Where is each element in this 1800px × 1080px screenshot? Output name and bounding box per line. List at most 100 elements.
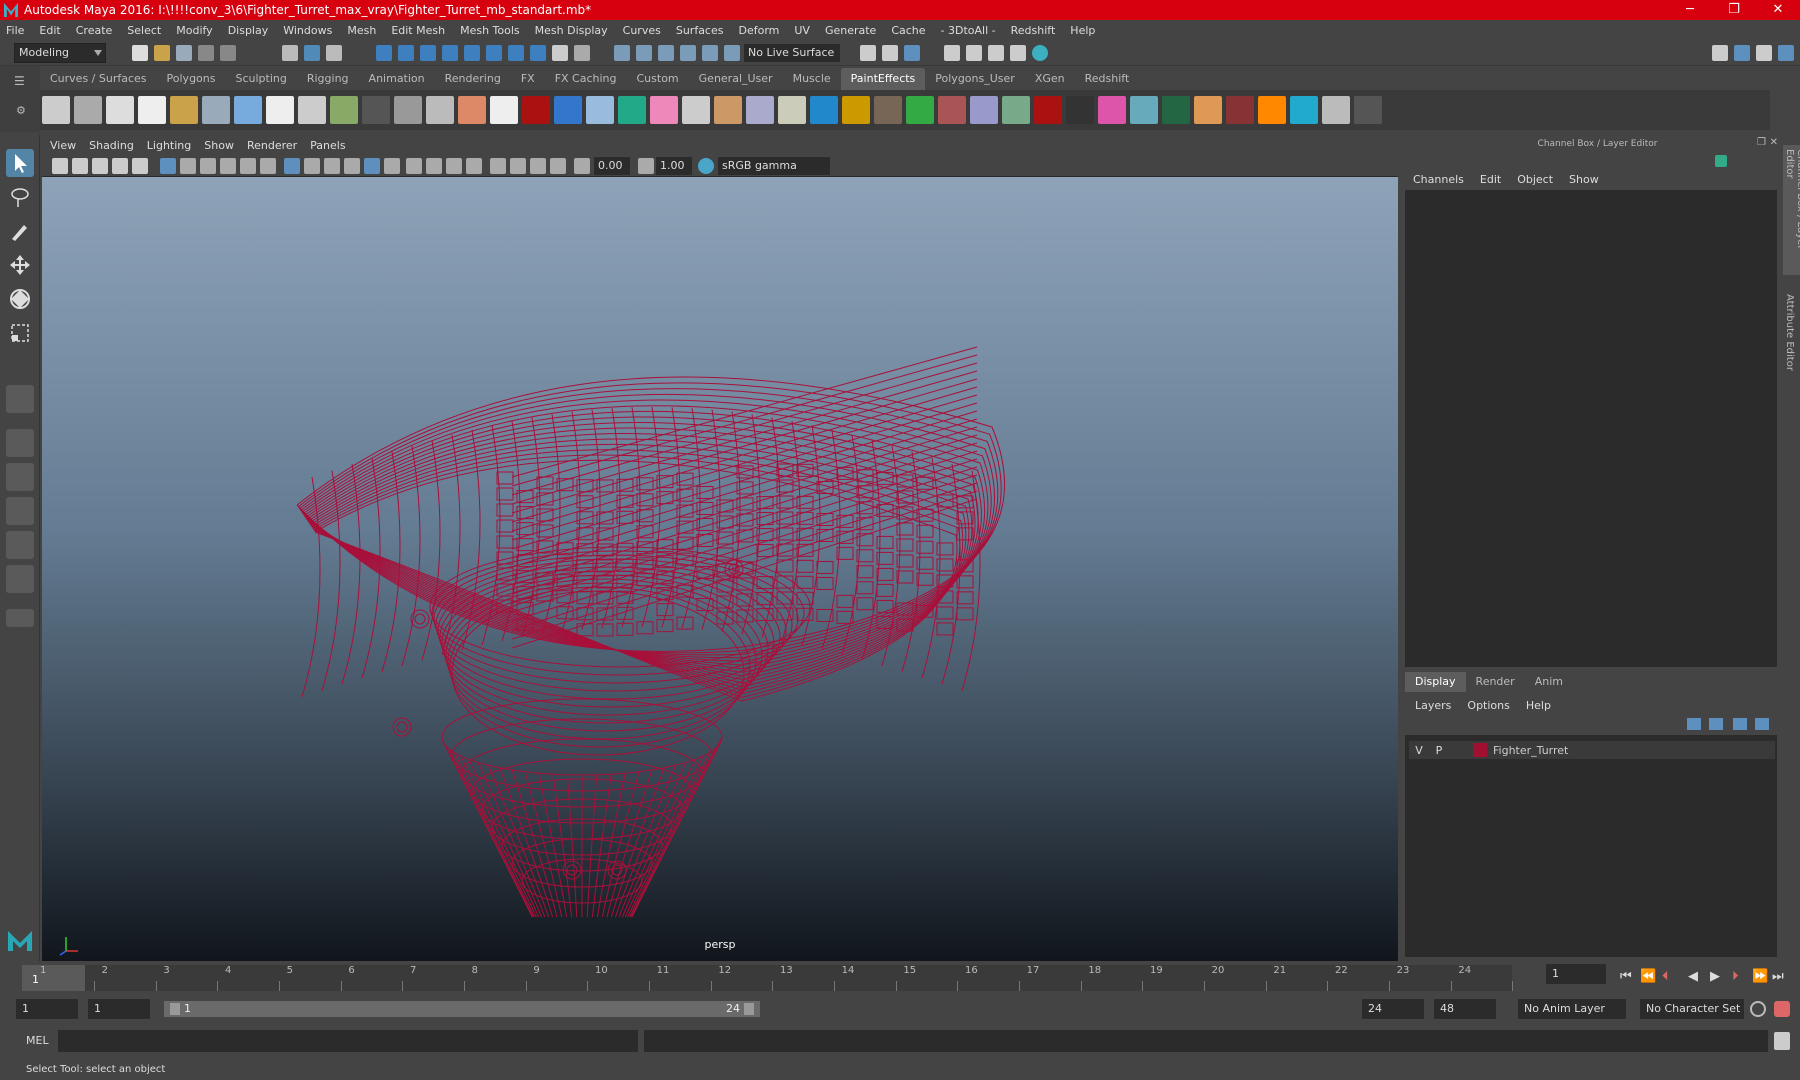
soft-select-icon[interactable] [658,45,674,61]
menu-object[interactable]: Object [1517,173,1553,186]
range-end-handle[interactable] [744,1003,754,1015]
range-start-handle[interactable] [170,1003,180,1015]
select-component-icon[interactable] [326,45,342,61]
image-plane-icon[interactable] [112,158,128,174]
fish-icon[interactable] [394,96,422,124]
shelf-tab[interactable]: Polygons [157,68,226,90]
playback-start-field[interactable]: 1 [88,999,150,1019]
play-backward-icon[interactable]: ◀ [1688,969,1698,984]
stars-icon[interactable] [1098,96,1126,124]
animation-end-field[interactable]: 48 [1434,999,1496,1019]
step-back-icon[interactable]: ⏪ [1640,969,1656,984]
menu-channels[interactable]: Channels [1413,173,1464,186]
safe-action-icon[interactable] [260,158,276,174]
lock-icon[interactable] [552,45,568,61]
render-settings-icon[interactable] [944,45,960,61]
layer-name[interactable]: Fighter_Turret [1493,744,1568,757]
paint-brush-icon[interactable] [170,96,198,124]
flowers-icon[interactable] [330,96,358,124]
bookmark-icon[interactable] [92,158,108,174]
xray-active-icon[interactable] [530,158,546,174]
hand-icon[interactable] [1226,96,1254,124]
reflection-icon[interactable] [680,45,696,61]
motion-blur-icon[interactable] [446,158,462,174]
fire-leaf-icon[interactable] [1066,96,1094,124]
hypershade-icon[interactable] [966,45,982,61]
construction-history-icon[interactable] [636,45,652,61]
shelf-tab[interactable]: Animation [359,68,435,90]
branch-icon[interactable] [938,96,966,124]
glow-icon[interactable] [650,96,678,124]
color-brush-icon[interactable] [74,96,102,124]
render-globals-icon[interactable] [988,45,1004,61]
script-editor-icon[interactable] [1774,1032,1790,1050]
shelf-tab[interactable]: Muscle [783,68,841,90]
render-layer-icon[interactable] [1010,45,1026,61]
wind-icon[interactable] [746,96,774,124]
backface-icon[interactable] [550,158,566,174]
move-tool-icon[interactable] [6,251,34,279]
3d-viewport[interactable]: persp [42,177,1398,961]
layout-persp-outliner-icon[interactable] [6,531,34,559]
layout-graph-icon[interactable] [6,565,34,593]
step-back-key-icon[interactable]: ⏴ [1662,969,1669,984]
shelf-settings-icon[interactable]: ⚙ [16,104,26,117]
tab-display[interactable]: Display [1405,672,1466,692]
float-panel-icon[interactable]: ❐ [1757,137,1766,148]
menu-mesh-tools[interactable]: Mesh Tools [460,24,520,37]
menu-options[interactable]: Options [1467,699,1509,712]
layout-four-icon[interactable] [6,429,34,457]
vp-menu-lighting[interactable]: Lighting [147,139,191,152]
shelf-tab[interactable]: Redshift [1075,68,1140,90]
layout-side-icon[interactable] [6,463,34,491]
snap-normal-icon[interactable] [508,45,524,61]
preferences-icon[interactable] [1774,1001,1790,1017]
fire-icon[interactable] [1290,96,1318,124]
channel-keys-icon[interactable] [1715,155,1727,167]
shelf-tab[interactable]: Sculpting [225,68,296,90]
new-scene-icon[interactable] [132,45,148,61]
side-tab-attribute-editor[interactable]: Attribute Editor [1783,290,1796,380]
shelf-menu-icon[interactable]: ☰ [14,74,25,88]
shadows-icon[interactable] [406,158,422,174]
textured-icon[interactable] [344,158,360,174]
menu-uv[interactable]: UV [794,24,810,37]
timeline-ruler[interactable]: 1 1 2 3 4 5 6 7 8 9 10 11 12 13 14 15 16 17 18 19 20 21 22 23 2… [22,965,1512,991]
layer-row[interactable]: V P Fighter_Turret [1409,741,1775,759]
ship-icon[interactable] [362,96,390,124]
shelf-tab-active[interactable]: PaintEffects [841,68,926,90]
grass-3-icon[interactable] [1194,96,1222,124]
menu-mesh[interactable]: Mesh [347,24,376,37]
hair-icon[interactable] [810,96,838,124]
resolution-gate-icon[interactable] [200,158,216,174]
auto-key-icon[interactable] [1750,1001,1766,1017]
current-frame-marker[interactable]: 1 [22,965,85,991]
film-gate-icon[interactable] [180,158,196,174]
snap-surface-icon[interactable] [464,45,480,61]
menu-deform[interactable]: Deform [738,24,779,37]
layer-color-swatch[interactable] [1473,743,1487,757]
paint-select-tool-icon[interactable] [6,217,34,245]
lasso-tool-icon[interactable] [6,183,34,211]
shelf-tab[interactable]: General_User [689,68,783,90]
step-forward-icon[interactable]: ⏩ [1752,969,1768,984]
seed-icon[interactable] [778,96,806,124]
magnet-icon[interactable] [702,45,718,61]
snap-view-icon[interactable] [442,45,458,61]
menu-edit-mesh[interactable]: Edit Mesh [391,24,445,37]
menu-help[interactable]: Help [1526,699,1551,712]
redo-icon[interactable] [220,45,236,61]
anim-layer-dropdown[interactable]: No Anim Layer [1518,999,1626,1019]
toggle-layout-icon[interactable] [1734,45,1750,61]
paint-brush-3-icon[interactable] [234,96,262,124]
leaf-icon[interactable] [1258,96,1286,124]
snap-curve-icon[interactable] [398,45,414,61]
menu-curves[interactable]: Curves [623,24,661,37]
menuset-dropdown[interactable]: Modeling [14,43,106,63]
shelf-tab[interactable]: FX [511,68,545,90]
menu-create[interactable]: Create [76,24,113,37]
tree-icon[interactable] [874,96,902,124]
menu-select[interactable]: Select [127,24,161,37]
color-space-dropdown[interactable]: sRGB gamma [718,157,830,175]
select-tool-icon[interactable] [6,149,34,177]
